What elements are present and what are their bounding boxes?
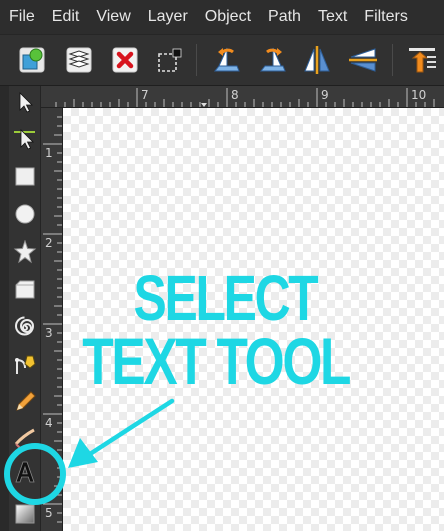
ruler-label: 9 bbox=[321, 88, 329, 102]
layers-stack-icon[interactable] bbox=[62, 43, 96, 77]
raise-to-top-icon[interactable] bbox=[404, 43, 438, 77]
menu-edit[interactable]: Edit bbox=[52, 8, 80, 26]
spiral-icon[interactable] bbox=[11, 314, 39, 342]
select-dashed-icon[interactable] bbox=[152, 43, 186, 77]
menu-path[interactable]: Path bbox=[268, 8, 301, 26]
ruler-label: 1 bbox=[45, 146, 53, 160]
menu-layer[interactable]: Layer bbox=[148, 8, 188, 26]
ruler-ticks bbox=[43, 116, 62, 523]
ruler-label: 2 bbox=[45, 236, 53, 250]
rotate-cw-icon[interactable] bbox=[256, 43, 290, 77]
menu-text[interactable]: Text bbox=[318, 8, 347, 26]
menu-object[interactable]: Object bbox=[205, 8, 251, 26]
ruler-label: 4 bbox=[45, 416, 53, 430]
vertical-ruler: 1 2 3 4 5 bbox=[41, 108, 63, 531]
ellipse-icon[interactable] bbox=[11, 200, 39, 228]
box3d-icon[interactable] bbox=[11, 276, 39, 304]
toolbar-separator bbox=[196, 44, 197, 76]
ruler-label: 10 bbox=[411, 88, 427, 102]
selector-arrow-icon[interactable] bbox=[11, 88, 39, 116]
annotation-title-line2: TEXT TOOL bbox=[82, 324, 351, 398]
ruler-label: 5 bbox=[45, 506, 53, 520]
rectangle-icon[interactable] bbox=[11, 162, 39, 190]
left-edge-strip bbox=[0, 86, 9, 531]
pen-bezier-icon[interactable] bbox=[11, 350, 39, 378]
star-icon[interactable] bbox=[11, 238, 39, 266]
menu-file[interactable]: File bbox=[9, 8, 35, 26]
pencil-icon[interactable] bbox=[11, 388, 39, 416]
commands-toolbar bbox=[0, 34, 444, 86]
ruler-label: 3 bbox=[45, 326, 53, 340]
delete-icon[interactable] bbox=[108, 43, 142, 77]
ruler-label: 7 bbox=[141, 88, 149, 102]
flip-vertical-icon[interactable] bbox=[346, 43, 380, 77]
node-editor-icon[interactable] bbox=[11, 124, 39, 152]
menu-filters[interactable]: Filters bbox=[364, 8, 408, 26]
rotate-ccw-icon[interactable] bbox=[210, 43, 244, 77]
toolbar-separator bbox=[392, 44, 393, 76]
calligraphy-icon[interactable] bbox=[11, 424, 39, 452]
text-tool-icon[interactable] bbox=[11, 458, 39, 486]
ruler-ticks bbox=[55, 88, 435, 107]
tool-palette bbox=[9, 86, 41, 531]
gradient-icon[interactable] bbox=[11, 500, 39, 528]
flip-horizontal-icon[interactable] bbox=[300, 43, 334, 77]
menu-view[interactable]: View bbox=[96, 8, 130, 26]
ruler-label: 8 bbox=[231, 88, 239, 102]
menu-bar: File Edit View Layer Object Path Text Fi… bbox=[0, 0, 444, 34]
annotation-title-line1: SELECT bbox=[133, 262, 319, 334]
new-document-icon[interactable] bbox=[15, 43, 49, 77]
horizontal-ruler: 7 8 9 10 bbox=[41, 86, 444, 108]
